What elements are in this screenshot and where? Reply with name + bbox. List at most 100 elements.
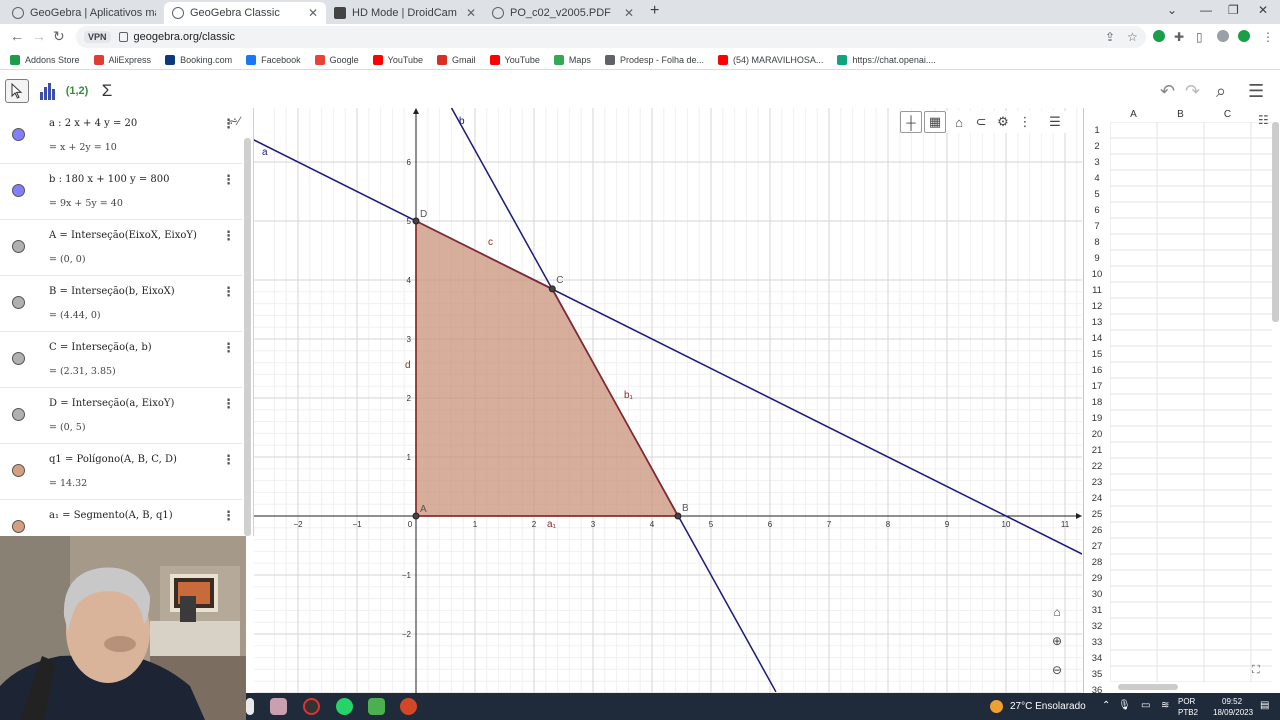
- row-header[interactable]: 20: [1084, 429, 1110, 440]
- tab-pdf[interactable]: PO_c02_v2005.PDF ✕: [484, 2, 642, 24]
- algebra-definition[interactable]: A = Interseção(EixoX, EixoY): [49, 230, 197, 241]
- row-header[interactable]: 18: [1084, 397, 1110, 408]
- powerpoint-icon[interactable]: [400, 698, 417, 715]
- point-C[interactable]: [548, 285, 556, 293]
- new-tab-button[interactable]: +: [650, 2, 659, 20]
- algebra-scrollbar[interactable]: [244, 138, 251, 536]
- item-menu-icon[interactable]: ⋮: [222, 508, 235, 524]
- tab-search-chevron-icon[interactable]: ⌄: [1167, 3, 1177, 17]
- fullscreen-icon[interactable]: ⛶: [1252, 664, 1260, 677]
- row-header[interactable]: 4: [1084, 173, 1110, 184]
- row-header[interactable]: 22: [1084, 461, 1110, 472]
- algebra-item[interactable]: b : 180 x + 100 y = 800 = 9x + 5y = 40 ⋮: [0, 164, 242, 220]
- minimize-button[interactable]: —: [1200, 3, 1212, 17]
- column-header[interactable]: B: [1157, 109, 1204, 123]
- row-header[interactable]: 3: [1084, 157, 1110, 168]
- clock-time[interactable]: 09:52: [1222, 697, 1242, 706]
- close-window-button[interactable]: ✕: [1258, 3, 1268, 17]
- row-header[interactable]: 5: [1084, 189, 1110, 200]
- bookmark-item[interactable]: YouTube: [372, 54, 423, 65]
- close-tab-icon[interactable]: ✕: [624, 6, 634, 20]
- algebra-definition[interactable]: q1 = Polígono(A, B, C, D): [49, 454, 177, 465]
- row-header[interactable]: 24: [1084, 493, 1110, 504]
- spreadsheet-hscroll[interactable]: [1118, 684, 1178, 690]
- spreadsheet-grid[interactable]: [1110, 122, 1272, 682]
- visibility-toggle-icon[interactable]: [12, 520, 25, 533]
- language-text[interactable]: POR: [1178, 697, 1195, 706]
- visibility-toggle-icon[interactable]: [12, 184, 25, 197]
- row-header[interactable]: 26: [1084, 525, 1110, 536]
- row-header[interactable]: 30: [1084, 589, 1110, 600]
- algebra-item[interactable]: B = Interseção(b, EixoX) = (4.44, 0) ⋮: [0, 276, 242, 332]
- hamburger-menu-icon[interactable]: ☰: [1248, 81, 1264, 102]
- feasible-region-polygon[interactable]: [415, 219, 680, 517]
- close-tab-icon[interactable]: ✕: [466, 6, 476, 20]
- bookmark-item[interactable]: Booking.com: [165, 54, 232, 65]
- bookmark-item[interactable]: (54) MARAVILHOSA...: [717, 54, 823, 65]
- row-header[interactable]: 36: [1084, 685, 1110, 693]
- side-panel-icon[interactable]: ▯: [1196, 30, 1203, 44]
- column-header[interactable]: C: [1204, 109, 1251, 123]
- url-text[interactable]: geogebra.org/classic: [134, 31, 236, 43]
- coordinate-plane[interactable]: −2 −1 0 1 2 3 4 5 6 7 8 9 10 11654321−1−2A BCDabcdb₁a₁: [254, 108, 1082, 693]
- bookmark-item[interactable]: Prodesp - Folha de...: [604, 54, 704, 65]
- battery-icon[interactable]: ▭: [1141, 700, 1150, 711]
- row-header[interactable]: 11: [1084, 285, 1110, 296]
- row-header[interactable]: 12: [1084, 301, 1110, 312]
- bookmark-item[interactable]: AliExpress: [93, 54, 151, 65]
- search-icon[interactable]: ⌕: [1216, 81, 1226, 102]
- taskbar-app-icon[interactable]: [270, 698, 287, 715]
- row-header[interactable]: 9: [1084, 253, 1110, 264]
- row-header[interactable]: 13: [1084, 317, 1110, 328]
- sync-check-icon[interactable]: [1238, 30, 1250, 42]
- bookmark-item[interactable]: Maps: [553, 54, 591, 65]
- algebra-definition[interactable]: B = Interseção(b, EixoX): [49, 286, 175, 297]
- algebra-item[interactable]: q1 = Polígono(A, B, C, D) = 14.32 ⋮: [0, 444, 242, 500]
- vpn-badge[interactable]: VPN: [84, 31, 111, 43]
- style-bar-toggle-icon[interactable]: ☰: [1044, 111, 1066, 133]
- weather-text[interactable]: 27°C Ensolarado: [1010, 701, 1086, 712]
- bookmark-item[interactable]: Google: [314, 54, 359, 65]
- item-menu-icon[interactable]: ⋮: [222, 284, 235, 300]
- back-button[interactable]: ←: [10, 28, 24, 44]
- bookmark-item[interactable]: Gmail: [437, 54, 476, 65]
- algebra-toggle-icon[interactable]: ⩫∕: [228, 114, 240, 128]
- bookmark-item[interactable]: https://chat.openai....: [837, 54, 936, 65]
- algebra-definition[interactable]: D = Interseção(a, EixoY): [49, 398, 174, 409]
- bookmark-item[interactable]: Facebook: [246, 54, 301, 65]
- row-header[interactable]: 16: [1084, 365, 1110, 376]
- omnibox[interactable]: VPN geogebra.org/classic: [76, 26, 1146, 48]
- taskbar-app-icon[interactable]: [368, 698, 385, 715]
- tab-droidcam[interactable]: HD Mode | DroidCam ✕: [326, 2, 484, 24]
- item-menu-icon[interactable]: ⋮: [222, 172, 235, 188]
- graphics-view[interactable]: −2 −1 0 1 2 3 4 5 6 7 8 9 10 11 6 5 4 3 2 1 −1 −2 A B C Da b c d b₁ a₁…: [254, 108, 1082, 693]
- point-tool-button[interactable]: (1,2): [64, 79, 90, 103]
- point-D[interactable]: [412, 217, 420, 225]
- tray-chevron-icon[interactable]: ⌃: [1102, 700, 1110, 711]
- share-icon[interactable]: ⇪: [1105, 30, 1115, 44]
- item-menu-icon[interactable]: ⋮: [222, 228, 235, 244]
- algebra-definition[interactable]: b : 180 x + 100 y = 800: [49, 174, 170, 185]
- close-tab-icon[interactable]: ✕: [308, 6, 318, 20]
- forward-button[interactable]: →: [32, 28, 46, 44]
- graph-tool-button[interactable]: [36, 79, 60, 103]
- visibility-toggle-icon[interactable]: [12, 296, 25, 309]
- keyboard-layout-text[interactable]: PTB2: [1178, 708, 1198, 717]
- row-header[interactable]: 31: [1084, 605, 1110, 616]
- lock-icon[interactable]: [118, 32, 128, 42]
- visibility-toggle-icon[interactable]: [12, 352, 25, 365]
- visibility-toggle-icon[interactable]: [12, 408, 25, 421]
- tab-geogebra-apps[interactable]: GeoGebra | Aplicativos matemát: [4, 2, 164, 24]
- algebra-item[interactable]: a₁ = Segmento(A, B, q1) ⋮: [0, 500, 242, 536]
- column-header[interactable]: A: [1110, 109, 1157, 123]
- zoom-in-icon[interactable]: ⊕: [1047, 631, 1067, 651]
- sum-tool-button[interactable]: Σ: [95, 79, 119, 103]
- row-header[interactable]: 8: [1084, 237, 1110, 248]
- move-tool-button[interactable]: [5, 79, 29, 103]
- browser-menu-icon[interactable]: ⋮: [1262, 30, 1274, 44]
- row-header[interactable]: 19: [1084, 413, 1110, 424]
- clock-date[interactable]: 18/09/2023: [1213, 708, 1253, 717]
- row-header[interactable]: 34: [1084, 653, 1110, 664]
- point-B[interactable]: [674, 512, 682, 520]
- home-zoom-icon[interactable]: ⌂: [1047, 602, 1067, 622]
